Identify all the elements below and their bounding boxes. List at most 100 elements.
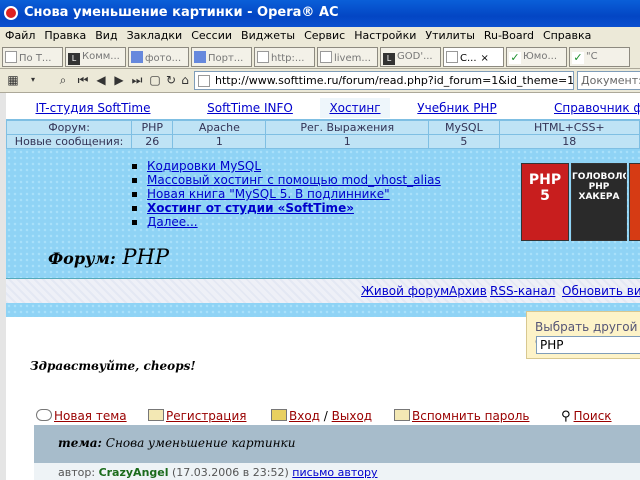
news-link[interactable]: Далее... [147, 215, 198, 229]
address-input[interactable]: http://www.softtime.ru/forum/read.php?id… [194, 71, 574, 90]
archive-link[interactable]: Архив [449, 284, 487, 298]
stats-header-cell[interactable]: PHP [131, 120, 174, 135]
fast-forward-icon[interactable]: ⏭ [130, 73, 144, 87]
nav-php-tutorial-link[interactable]: Учебник PHP [417, 101, 496, 115]
close-tab-icon[interactable]: × [481, 53, 489, 64]
menu-bookmarks[interactable]: Закладки [122, 27, 187, 42]
nav-softtime-info[interactable]: SoftTime INFO [180, 98, 320, 118]
menu-ruboard[interactable]: Ru-Board [479, 27, 538, 42]
menu-widgets[interactable]: Виджеты [236, 27, 299, 42]
stats-header-cell[interactable]: HTML+CSS+ [498, 120, 640, 135]
news-list: Кодировки MySQL Массовый хостинг с помощь… [128, 159, 441, 229]
nav-softtime-info-link[interactable]: SoftTime INFO [207, 101, 293, 115]
browser-tab-label: фото... [145, 53, 182, 64]
browser-tab-label: http:... [271, 53, 305, 64]
news-link[interactable]: Хостинг от студии «SoftTime» [147, 201, 354, 215]
browser-tab-label: Порт... [208, 53, 244, 64]
tab-favicon-icon [131, 51, 143, 63]
nav-reference-link[interactable]: Справочник ф [554, 101, 640, 115]
menu-utilities[interactable]: Утилиты [420, 27, 479, 42]
registration-icon [148, 409, 164, 421]
find-in-page-input[interactable]: Документ: [577, 71, 640, 90]
login-action[interactable]: Вход / Выход [271, 409, 372, 423]
menu-view[interactable]: Вид [90, 27, 121, 42]
browser-tab[interactable]: Порт... [191, 47, 252, 67]
nav-hosting-link[interactable]: Хостинг [329, 101, 380, 115]
tab-favicon-icon [194, 51, 206, 63]
browser-tab[interactable]: ✓ Юмо... [506, 47, 567, 67]
news-link[interactable]: Новая книга "MySQL 5. В подлиннике" [147, 187, 390, 201]
panel-dropdown-icon[interactable]: ▾ [26, 73, 40, 87]
page-favicon-icon [198, 75, 210, 87]
logout-link[interactable]: Выход [332, 409, 372, 423]
browser-tab[interactable]: livem... [317, 47, 378, 67]
mail-author-link[interactable]: письмо автору [292, 466, 377, 479]
browser-tab[interactable]: По Т... [2, 47, 63, 67]
forward-icon[interactable]: ▶ [112, 73, 126, 87]
nav-php-tutorial[interactable]: Учебник PHP [390, 98, 524, 118]
menu-file[interactable]: Файл [0, 27, 39, 42]
menu-sessions[interactable]: Сессии [186, 27, 236, 42]
window-title: Снова уменьшение картинки - Opera® AC [24, 5, 339, 20]
book-cover[interactable] [629, 163, 640, 241]
forum-selector: Выбрать другой фо PHP [526, 311, 640, 359]
author-name[interactable]: CrazyAngel [99, 466, 169, 479]
forum-select[interactable]: PHP [536, 336, 640, 354]
book-cover[interactable]: ГОЛОВОЛОМКИ PHP ХАКЕРА [571, 163, 627, 241]
news-link[interactable]: Кодировки MySQL [147, 159, 261, 173]
tab-favicon-icon: L [383, 53, 395, 65]
nav-hosting[interactable]: Хостинг [320, 98, 390, 118]
back-icon[interactable]: ◀ [94, 73, 108, 87]
browser-tab[interactable]: ✓ "С [569, 47, 630, 67]
login-icon [271, 409, 287, 421]
nav-reference[interactable]: Справочник ф [554, 98, 640, 118]
browser-tab[interactable]: L GOD'... [380, 47, 441, 67]
login-link[interactable]: Вход [289, 409, 320, 423]
password-action[interactable]: Вспомнить пароль [394, 409, 530, 423]
tab-favicon-icon [5, 51, 17, 63]
news-item: Новая книга "MySQL 5. В подлиннике" [128, 187, 441, 201]
password-link[interactable]: Вспомнить пароль [412, 409, 530, 423]
home-icon[interactable]: ⌂ [178, 73, 192, 87]
menu-edit[interactable]: Правка [39, 27, 90, 42]
browser-tab[interactable]: L Комм... [65, 47, 126, 67]
web-page: IT-студия SoftTime SoftTime INFO Хостинг… [0, 93, 640, 480]
panel-toggle-icon[interactable]: ▦ [6, 73, 20, 87]
news-link[interactable]: Массовый хостинг с помощью mod_vhost_ali… [147, 173, 441, 187]
menu-tools[interactable]: Сервис [299, 27, 349, 42]
rewind-icon[interactable]: ⏮ [76, 73, 90, 87]
browser-tab-label: С... [460, 53, 477, 64]
nav-softtime-studio[interactable]: IT-студия SoftTime [6, 98, 180, 118]
window-titlebar: Снова уменьшение картинки - Opera® AC [0, 0, 640, 27]
refresh-link[interactable]: Обновить виз [562, 284, 640, 298]
stop-icon[interactable]: ▢ [148, 73, 162, 87]
site-banner: Кодировки MySQL Массовый хостинг с помощь… [6, 149, 640, 279]
forum-title-name: PHP [122, 245, 169, 269]
registration-link[interactable]: Регистрация [166, 409, 246, 423]
menu-help[interactable]: Справка [538, 27, 595, 42]
new-topic-link[interactable]: Новая тема [54, 409, 127, 423]
reload-icon[interactable]: ↻ [164, 73, 178, 87]
live-forum-link[interactable]: Живой форум [361, 284, 449, 298]
menu-settings[interactable]: Настройки [349, 27, 420, 42]
stats-header-cell[interactable]: MySQL [428, 120, 500, 135]
forum-actions: Новая тема Регистрация Вход / Выход Вспо… [6, 407, 640, 425]
topic-header: тема: Снова уменьшение картинки [34, 425, 640, 463]
stats-values-row: Новые сообщения: 26 1 1 5 18 [6, 134, 640, 149]
new-topic-action[interactable]: Новая тема [36, 409, 127, 423]
search-action[interactable]: ⚲ Поиск [561, 409, 612, 424]
nav-softtime-studio-link[interactable]: IT-студия SoftTime [36, 101, 151, 115]
wand-icon[interactable]: ⌕ [56, 73, 70, 87]
book-cover[interactable]: PHP 5 [521, 163, 569, 241]
stats-header-cell[interactable]: Apache [172, 120, 267, 135]
tab-bar: По Т... L Комм... фото... Порт... http:... liv… [0, 45, 640, 69]
stats-value-cell: 5 [428, 134, 500, 149]
registration-action[interactable]: Регистрация [148, 409, 246, 423]
browser-tab[interactable]: http:... [254, 47, 315, 67]
forum-links-bar: Живой форум Архив RSS-канал Обновить виз [6, 279, 640, 303]
rss-link[interactable]: RSS-канал [490, 284, 555, 298]
browser-tab[interactable]: С... × [443, 47, 504, 67]
browser-tab[interactable]: фото... [128, 47, 189, 67]
search-link[interactable]: Поиск [574, 409, 612, 423]
stats-header-cell[interactable]: Рег. Выражения [265, 120, 430, 135]
